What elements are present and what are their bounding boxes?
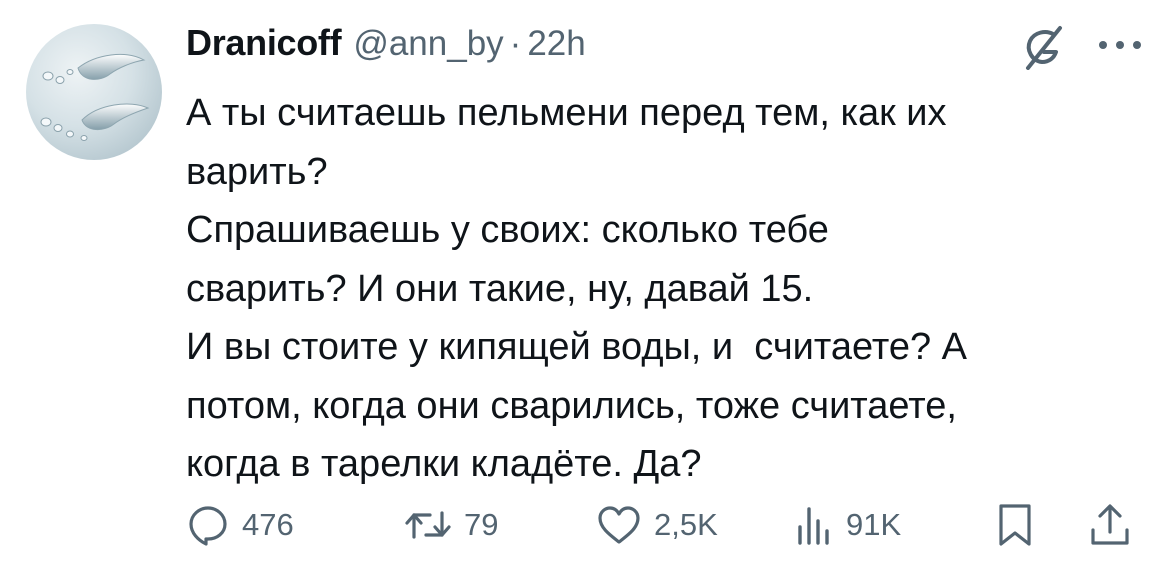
share-button[interactable] xyxy=(1088,500,1132,550)
author-display-name[interactable]: Dranicoff xyxy=(186,22,342,64)
reply-count: 476 xyxy=(242,507,294,542)
bookmark-button[interactable] xyxy=(996,500,1034,550)
tweet-text-line: сварить? И они такие, ну, давай 15. xyxy=(186,267,814,310)
tweet: Dranicoff @ann_by · 22h А ты считаешь пе… xyxy=(0,0,1170,577)
tweet-timestamp[interactable]: 22h xyxy=(527,24,585,64)
views-count: 91K xyxy=(846,507,902,542)
grok-icon[interactable] xyxy=(1020,24,1066,70)
views-button[interactable]: 91K xyxy=(794,500,901,550)
repost-button[interactable]: 79 xyxy=(404,500,498,550)
tweet-actions: 476 79 2,5K 91K xyxy=(186,500,1146,550)
avatar[interactable] xyxy=(26,24,162,160)
more-icon[interactable] xyxy=(1096,38,1144,52)
tweet-header: Dranicoff @ann_by · 22h xyxy=(186,22,586,68)
reply-button[interactable]: 476 xyxy=(186,500,294,550)
tweet-text-line: варить? xyxy=(186,150,328,193)
like-count: 2,5K xyxy=(654,507,718,542)
water-droplets-icon xyxy=(40,54,150,141)
header-separator: · xyxy=(509,24,522,63)
like-icon xyxy=(598,506,640,544)
tweet-text-line: потом, когда они сварились, тоже считает… xyxy=(186,384,957,427)
tweet-text-line: Спрашиваешь у своих: сколько тебе xyxy=(186,209,829,251)
like-button[interactable]: 2,5K xyxy=(596,500,718,550)
repost-icon xyxy=(405,511,451,539)
views-icon xyxy=(798,507,829,545)
repost-count: 79 xyxy=(464,507,499,542)
tweet-text-line: И вы стоите у кипящей воды, и считаете? … xyxy=(186,326,967,368)
tweet-text: А ты считаешь пельмени перед тем, как их… xyxy=(186,84,1146,494)
reply-icon xyxy=(189,506,227,546)
share-icon xyxy=(1091,504,1129,545)
author-handle[interactable]: @ann_by xyxy=(353,24,503,64)
bookmark-icon xyxy=(999,504,1031,546)
tweet-text-line: А ты считаешь пельмени перед тем, как их xyxy=(186,92,947,134)
tweet-text-line: когда в тарелки кладёте. Да? xyxy=(186,443,702,485)
